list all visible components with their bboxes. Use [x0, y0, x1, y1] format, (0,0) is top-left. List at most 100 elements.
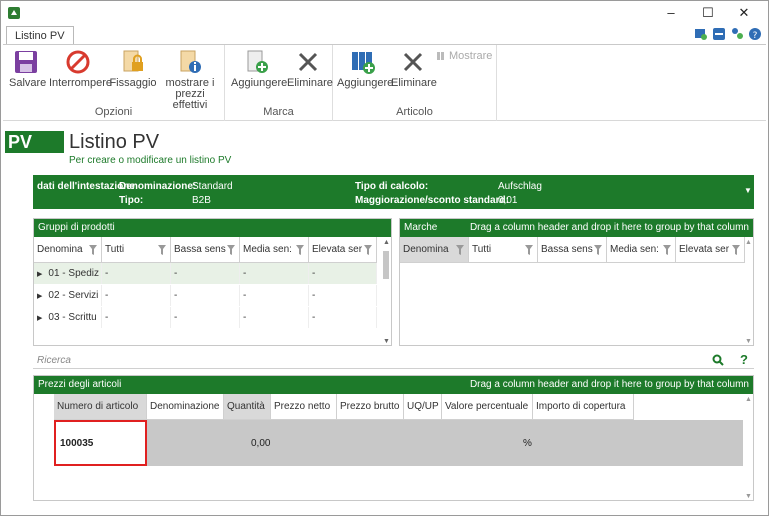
- filter-icon[interactable]: [594, 245, 602, 255]
- filter-icon[interactable]: [296, 245, 304, 255]
- tipo-label: Tipo:: [119, 195, 144, 206]
- scroll-down-icon[interactable]: ▼: [745, 493, 752, 500]
- col-bassa-sensibilita[interactable]: Bassa sens: [171, 237, 240, 263]
- filter-icon[interactable]: [227, 245, 235, 255]
- calcolo-value: Aufschlag: [498, 181, 542, 192]
- filter-icon[interactable]: [456, 245, 464, 255]
- col-valore-percentuale[interactable]: Valore percentuale: [442, 394, 533, 420]
- scroll-down-icon[interactable]: ▼: [383, 338, 390, 345]
- vertical-scrollbar[interactable]: ▲ ▼: [743, 239, 753, 345]
- filter-icon[interactable]: [364, 245, 372, 255]
- article-prices-panel: Prezzi degli articoli Drag a column head…: [33, 375, 754, 501]
- title-bar: – ☐ ✕: [1, 1, 768, 23]
- vertical-scrollbar[interactable]: ▲ ▼: [743, 396, 753, 500]
- col-tutti[interactable]: Tutti: [469, 237, 538, 263]
- table-row[interactable]: 0,00 %: [147, 420, 743, 466]
- page-subtitle: Per creare o modificare un listino PV: [69, 155, 232, 166]
- col-quantita[interactable]: Quantità: [224, 394, 271, 420]
- ribbon-group-opzioni: Salvare Interrompere Fissaggio mostrare …: [3, 45, 225, 121]
- expand-row-icon[interactable]: ▶: [37, 293, 42, 300]
- col-denominazione[interactable]: Denominazione: [147, 394, 224, 420]
- scroll-up-icon[interactable]: ▲: [383, 239, 390, 246]
- header-data-bar[interactable]: dati dell'intestazione Denominazione: St…: [33, 175, 754, 209]
- expand-row-icon[interactable]: ▶: [37, 271, 42, 278]
- col-prezzo-brutto[interactable]: Prezzo brutto: [337, 394, 404, 420]
- ribbon-group-articolo: Aggiungere Eliminare Mostrare Articolo: [333, 45, 497, 121]
- brand-add-button[interactable]: Aggiungere: [231, 49, 287, 89]
- col-elevata-sensibilita[interactable]: Elevata ser: [309, 237, 377, 263]
- filter-icon[interactable]: [525, 245, 533, 255]
- users-icon[interactable]: [730, 27, 744, 41]
- group-hint: Drag a column header and drop it here to…: [469, 222, 749, 233]
- table-row[interactable]: ▶ 03 - Scrittu - - - -: [34, 307, 377, 328]
- col-media-sensibilita[interactable]: Media sen:: [240, 237, 309, 263]
- books-icon: [437, 52, 444, 61]
- search-bar[interactable]: Ricerca ?: [33, 352, 754, 369]
- ribbon: Salvare Interrompere Fissaggio mostrare …: [3, 44, 766, 121]
- scroll-up-icon[interactable]: ▲: [745, 239, 752, 246]
- denominazione-label: Denominazione:: [119, 181, 197, 192]
- col-denominazione[interactable]: Denomina: [400, 237, 469, 263]
- user-settings-icon[interactable]: [694, 27, 708, 41]
- minimize-button[interactable]: –: [656, 3, 686, 23]
- maximize-button[interactable]: ☐: [693, 3, 723, 23]
- col-numero-articolo[interactable]: Numero di articolo: [54, 394, 147, 420]
- product-groups-panel: Gruppi di prodotti Denomina Tutti Bassa …: [33, 218, 392, 346]
- col-elevata-sensibilita[interactable]: Elevata ser: [676, 237, 745, 263]
- search-icon[interactable]: [712, 354, 724, 366]
- swap-icon[interactable]: [712, 27, 726, 41]
- filter-icon[interactable]: [732, 245, 740, 255]
- filter-icon[interactable]: [158, 245, 166, 255]
- tipo-value: B2B: [192, 195, 211, 206]
- delete-x-icon: [403, 52, 423, 72]
- pv-badge: PV: [5, 131, 64, 153]
- percent-cell: %: [523, 438, 532, 449]
- col-tutti[interactable]: Tutti: [102, 237, 171, 263]
- col-media-sensibilita[interactable]: Media sen:: [607, 237, 676, 263]
- brand-delete-button[interactable]: Eliminare: [287, 49, 333, 89]
- top-right-icons: ?: [694, 27, 762, 43]
- denominazione-value: Standard: [192, 181, 233, 192]
- lock-button[interactable]: Fissaggio: [109, 49, 157, 89]
- tab-listino-pv[interactable]: Listino PV: [6, 26, 74, 45]
- help-icon[interactable]: ?: [740, 352, 748, 367]
- product-groups-header: Denomina Tutti Bassa sens Media sen: Ele…: [34, 237, 377, 263]
- article-delete-button[interactable]: Eliminare: [391, 49, 437, 89]
- article-prices-title: Prezzi degli articoli Drag a column head…: [34, 376, 753, 394]
- close-window-button[interactable]: ✕: [729, 3, 759, 23]
- expand-row-icon[interactable]: ▶: [37, 315, 42, 322]
- scroll-thumb[interactable]: [383, 251, 389, 279]
- article-number-cell[interactable]: 100035: [54, 420, 147, 466]
- col-denominazione[interactable]: Denomina: [34, 237, 102, 263]
- article-prices-header: Numero di articolo Denominazione Quantit…: [54, 394, 634, 420]
- filter-icon[interactable]: [663, 245, 671, 255]
- article-show-button[interactable]: Mostrare: [437, 51, 495, 62]
- app-icon: [8, 7, 20, 19]
- floppy-icon: [15, 51, 37, 73]
- vertical-scrollbar[interactable]: ▲ ▼: [381, 239, 391, 345]
- table-row[interactable]: ▶ 02 - Servizi - - - -: [34, 285, 377, 306]
- add-document-icon: [247, 50, 268, 73]
- col-prezzo-netto[interactable]: Prezzo netto: [271, 394, 337, 420]
- table-row[interactable]: ▶ 01 - Spediz - - - -: [34, 263, 377, 284]
- svg-text:?: ?: [753, 31, 758, 41]
- scroll-down-icon[interactable]: ▼: [745, 338, 752, 345]
- filter-icon[interactable]: [89, 245, 97, 255]
- article-add-button[interactable]: Aggiungere: [337, 49, 393, 89]
- ribbon-group-marca: Aggiungere Eliminare Marca: [225, 45, 333, 121]
- save-button[interactable]: Salvare: [9, 49, 46, 89]
- add-articles-icon: [352, 52, 375, 74]
- scroll-up-icon[interactable]: ▲: [745, 396, 752, 403]
- col-bassa-sensibilita[interactable]: Bassa sens: [538, 237, 607, 263]
- help-circle-icon[interactable]: ?: [748, 27, 762, 41]
- group-hint: Drag a column header and drop it here to…: [469, 379, 749, 390]
- brands-header: Denomina Tutti Bassa sens Media sen: Ele…: [400, 237, 745, 263]
- lock-document-icon: [123, 50, 143, 72]
- col-uq-up[interactable]: UQ/UP: [404, 394, 442, 420]
- expand-chevron-icon[interactable]: ▼: [744, 186, 752, 195]
- show-effective-prices-button[interactable]: mostrare i prezzi effettivi: [159, 49, 221, 111]
- delete-x-icon: [298, 52, 318, 72]
- stop-button[interactable]: Interrompere: [49, 49, 112, 89]
- search-input[interactable]: Ricerca: [37, 355, 71, 366]
- col-importo-copertura[interactable]: Importo di copertura: [533, 394, 634, 420]
